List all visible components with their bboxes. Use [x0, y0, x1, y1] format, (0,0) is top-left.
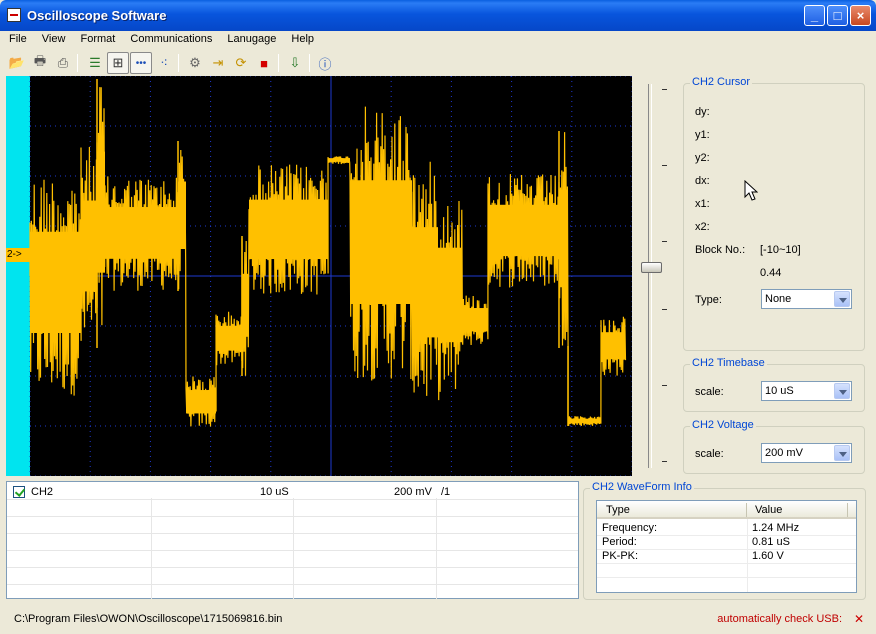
trigger-slider-thumb[interactable] [641, 262, 662, 273]
waveform-burst [216, 325, 242, 351]
chevron-down-icon[interactable] [834, 383, 850, 399]
waveform-info-table: Type Value Frequency: 1.24 MHz Period: 0… [596, 500, 857, 593]
column-type[interactable]: Type [606, 504, 630, 516]
channel-marker[interactable]: 2-> [6, 248, 32, 262]
waveform-burst [412, 227, 438, 338]
table-header: Type Value [597, 501, 856, 519]
grid-icon[interactable]: ⊞ [107, 52, 129, 74]
waveform-burst [559, 189, 568, 288]
voltage-scale-value: 200 mV [765, 447, 803, 459]
waveform-burst [488, 204, 559, 257]
refresh-icon[interactable]: ⟳ [230, 52, 252, 74]
waveform-canvas [29, 76, 632, 476]
waveform-burst [568, 418, 601, 424]
export-icon[interactable]: ⇩ [284, 52, 306, 74]
cursor-panel-title: CH2 Cursor [690, 76, 753, 88]
timebase-panel-title: CH2 Timebase [690, 357, 767, 369]
y1-label: y1: [695, 129, 710, 141]
usb-disconnected-icon[interactable]: ✕ [854, 612, 864, 626]
cursor-type-select[interactable]: None [761, 289, 852, 309]
toolbar: 📂 🖶 ⎙ ☰ ⊞ ••• ⁖ ⚙ ⇥ ⟳ ■ ⇩ ⓘ [0, 51, 876, 75]
table-row-value: 1.24 MHz [752, 522, 800, 534]
timebase-panel: CH2 Timebase scale: 10 uS [683, 357, 865, 412]
timebase-scale-value: 10 uS [765, 385, 794, 397]
channel-name: CH2 [31, 486, 54, 498]
dotted-line-icon[interactable]: ••• [130, 52, 152, 74]
channel-list: CH2 10 uS 200 mV /1 [6, 481, 579, 599]
waveform-burst [350, 180, 412, 304]
mouse-cursor-icon [744, 180, 758, 201]
trigger-slider-track[interactable] [648, 84, 652, 468]
help-icon[interactable]: ⓘ [314, 52, 336, 74]
table-row-type: Period: [602, 536, 637, 548]
waveform-burst [81, 200, 97, 292]
window-title: Oscilloscope Software [27, 8, 167, 23]
cursor-panel: CH2 Cursor dy: y1: y2: dx: x1: x2: Block… [683, 76, 865, 351]
channel-voltage: 200 mV [394, 486, 432, 498]
open-icon[interactable]: 📂 [6, 52, 28, 74]
chevron-down-icon[interactable] [834, 291, 850, 307]
file-path: C:\Program Files\OWON\Oscilloscope\17150… [14, 613, 283, 625]
maximize-button[interactable]: □ [827, 5, 848, 26]
print-preview-icon[interactable]: ⎙ [52, 52, 74, 74]
y2-label: y2: [695, 152, 710, 164]
type-label: Type: [695, 294, 722, 306]
menu-help[interactable]: Help [285, 31, 320, 47]
settings-gears-icon[interactable]: ⚙ [184, 52, 206, 74]
dy-label: dy: [695, 106, 710, 118]
table-row-type: Frequency: [602, 522, 658, 534]
ch2-checkbox[interactable] [13, 486, 25, 498]
waveform-burst [462, 308, 488, 332]
status-bar: C:\Program Files\OWON\Oscilloscope\17150… [0, 604, 876, 634]
print-icon[interactable]: 🖶 [29, 52, 51, 74]
channel-probe: /1 [441, 486, 451, 498]
voltage-panel-title: CH2 Voltage [690, 419, 756, 431]
waveform-burst [178, 181, 186, 249]
waveform-burst [97, 151, 105, 273]
column-value[interactable]: Value [755, 504, 782, 516]
waveform-burst [249, 199, 328, 260]
waveform-burst [242, 273, 249, 337]
voltage-scale-label: scale: [695, 448, 724, 460]
menu-language[interactable]: Lanugage [221, 31, 282, 47]
app-icon [7, 8, 21, 22]
import-icon[interactable]: ⇥ [207, 52, 229, 74]
list-icon[interactable]: ☰ [84, 52, 106, 74]
menu-bar: File View Format Communications Lanugage… [0, 31, 876, 49]
x2-label: x2: [695, 221, 710, 233]
menu-communications[interactable]: Communications [124, 31, 218, 47]
dots-icon[interactable]: ⁖ [153, 52, 175, 74]
voltage-scale-select[interactable]: 200 mV [761, 443, 852, 463]
block-no-label: Block No.: [695, 244, 746, 256]
block-value: 0.44 [760, 267, 782, 279]
menu-view[interactable]: View [36, 31, 72, 47]
table-row-value: 1.60 V [752, 550, 784, 562]
dx-label: dx: [695, 175, 710, 187]
block-range: [-10~10] [760, 244, 801, 256]
waveform-burst [328, 158, 350, 162]
waveform-info-title: CH2 WaveForm Info [590, 481, 694, 493]
table-row-value: 0.81 uS [752, 536, 790, 548]
cursor-type-value: None [765, 293, 792, 305]
timebase-scale-select[interactable]: 10 uS [761, 381, 852, 401]
x1-label: x1: [695, 198, 710, 210]
menu-format[interactable]: Format [75, 31, 122, 47]
voltage-panel: CH2 Voltage scale: 200 mV [683, 419, 865, 474]
menu-file[interactable]: File [3, 31, 33, 47]
waveform-burst [30, 231, 81, 333]
title-bar: Oscilloscope Software _ □ × [0, 0, 876, 31]
waveform-burst [601, 332, 625, 360]
waveform-display[interactable]: 2-> [6, 76, 632, 476]
close-button[interactable]: × [850, 5, 871, 26]
chevron-down-icon[interactable] [834, 445, 850, 461]
waveform-burst [186, 390, 216, 414]
stop-icon[interactable]: ■ [253, 52, 275, 74]
waveform-burst [105, 207, 178, 259]
timebase-scale-label: scale: [695, 386, 724, 398]
minimize-button[interactable]: _ [804, 5, 825, 26]
channel-timebase: 10 uS [260, 486, 289, 498]
usb-status-text: automatically check USB: [717, 613, 842, 625]
table-row-type: PK-PK: [602, 550, 639, 562]
waveform-burst [438, 247, 462, 343]
